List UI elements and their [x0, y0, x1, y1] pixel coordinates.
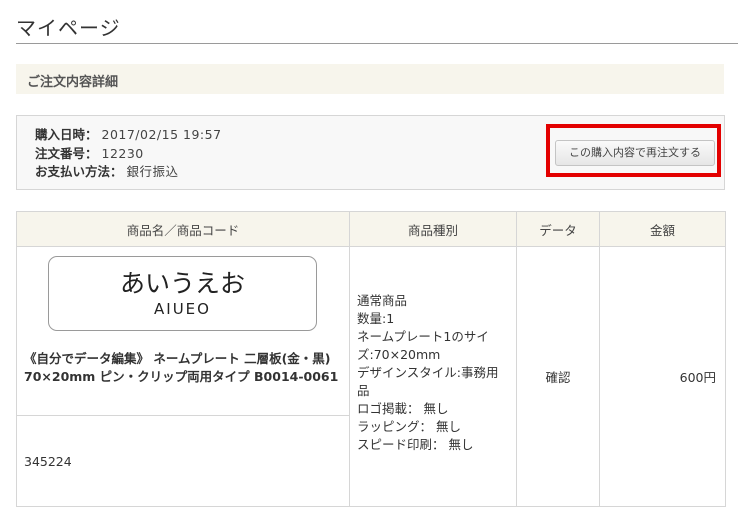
product-code: 345224 — [16, 415, 350, 507]
table-header-row: 商品名／商品コード 商品種別 データ 金額 — [16, 211, 726, 247]
product-name: 《自分でデータ編集》 ネームプレート 二層板(金・黒) 70×20mm ピン・ク… — [24, 351, 339, 384]
spec-line: デザインスタイル:事務用品 — [357, 365, 499, 398]
header-price: 金額 — [599, 211, 726, 247]
header-data: データ — [516, 211, 600, 247]
product-cell: あいうえお AIUEO 《自分でデータ編集》 ネームプレート 二層板(金・黒) … — [16, 246, 350, 416]
data-confirm-link[interactable]: 確認 — [545, 370, 570, 385]
payment-method-row: お支払い方法： 銀行振込 — [35, 164, 179, 180]
product-spec-cell: 通常商品 数量:1 ネームプレート1のサイズ:70×20mm デザインスタイル:… — [349, 246, 517, 507]
order-items-table: 商品名／商品コード 商品種別 データ 金額 あいうえお AIUEO 《自分でデー… — [16, 211, 726, 507]
purchase-date-label: 購入日時： — [35, 127, 98, 142]
product-thumbnail[interactable]: あいうえお AIUEO — [48, 256, 317, 331]
purchase-date-row: 購入日時： 2017/02/15 19:57 — [35, 127, 222, 143]
order-number-row: 注文番号： 12230 — [35, 146, 144, 162]
spec-line: ロゴ掲載： 無し — [357, 401, 449, 416]
spec-line: ラッピング： 無し — [357, 419, 461, 434]
title-divider — [16, 43, 738, 44]
spec-line: 通常商品 — [357, 293, 408, 308]
data-cell: 確認 — [516, 246, 600, 507]
header-product: 商品名／商品コード — [16, 211, 350, 247]
header-type: 商品種別 — [349, 211, 517, 247]
spec-line: 数量:1 — [357, 311, 395, 326]
table-row: あいうえお AIUEO 《自分でデータ編集》 ネームプレート 二層板(金・黒) … — [16, 246, 726, 507]
spec-line: スピード印刷： 無し — [357, 437, 474, 452]
order-number-value: 12230 — [101, 146, 144, 161]
page-title: マイページ — [16, 16, 121, 40]
order-detail-heading: ご注文内容詳細 — [16, 64, 724, 94]
spec-line: ネームプレート1のサイズ:70×20mm — [357, 329, 489, 362]
purchase-date-value: 2017/02/15 19:57 — [101, 127, 222, 142]
plate-sub-text: AIUEO — [154, 300, 211, 318]
reorder-button[interactable]: この購入内容で再注文する — [555, 140, 715, 166]
payment-method-label: お支払い方法： — [35, 164, 123, 179]
plate-main-text: あいうえお — [119, 269, 245, 298]
order-number-label: 注文番号： — [35, 146, 98, 161]
price-cell: 600円 — [599, 246, 726, 507]
payment-method-value: 銀行振込 — [126, 164, 179, 179]
